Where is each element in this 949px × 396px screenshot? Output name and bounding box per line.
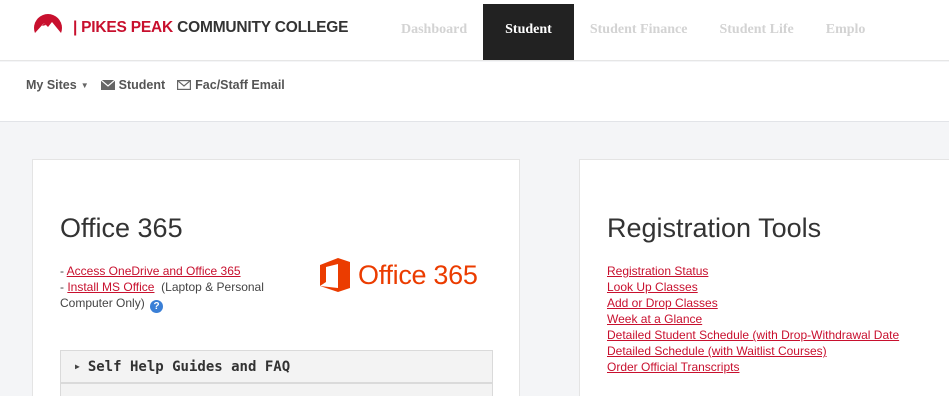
- quick-links: My Sites ▼ Student Fac/Staff Email: [26, 78, 297, 92]
- order-transcripts-link[interactable]: Order Official Transcripts: [607, 359, 899, 375]
- office365-logo-text: Office 365: [358, 259, 478, 290]
- office365-logo: Office 365: [320, 258, 478, 292]
- my-sites-label: My Sites: [26, 78, 77, 92]
- accordion-label: Self Help Guides and FAQ: [87, 359, 291, 375]
- nav-employee[interactable]: Emplo: [810, 4, 882, 60]
- nav-student-life[interactable]: Student Life: [703, 4, 809, 60]
- envelope-outline-icon: [177, 80, 192, 90]
- registration-links: Registration Status Look Up Classes Add …: [607, 263, 899, 375]
- student-email-link[interactable]: Student: [100, 78, 166, 92]
- accordion-next[interactable]: [60, 383, 493, 396]
- help-icon[interactable]: ?: [150, 300, 164, 313]
- mountain-logo-icon: [33, 14, 63, 43]
- logo-text-dark: COMMUNITY COLLEGE: [173, 19, 349, 36]
- week-at-a-glance-link[interactable]: Week at a Glance: [607, 311, 899, 327]
- nav-dashboard[interactable]: Dashboard: [385, 4, 483, 60]
- add-drop-classes-link[interactable]: Add or Drop Classes: [607, 295, 899, 311]
- fac-staff-email-label: Fac/Staff Email: [195, 78, 285, 92]
- main-nav: Dashboard Student Student Finance Studen…: [385, 4, 881, 60]
- office365-card: Office 365 - Access OneDrive and Office …: [32, 159, 520, 396]
- look-up-classes-link[interactable]: Look Up Classes: [607, 279, 899, 295]
- install-office-link[interactable]: Install MS Office: [67, 280, 154, 294]
- registration-title: Registration Tools: [607, 213, 822, 243]
- office365-title: Office 365: [60, 213, 183, 243]
- student-email-label: Student: [118, 78, 166, 92]
- logo-text-red: PIKES PEAK: [81, 19, 174, 36]
- top-header: | PIKES PEAK COMMUNITY COLLEGE Dashboard …: [0, 0, 949, 61]
- secondary-bar: My Sites ▼ Student Fac/Staff Email: [0, 62, 949, 122]
- detailed-student-schedule-link[interactable]: Detailed Student Schedule (with Drop-Wit…: [607, 327, 899, 343]
- registration-status-link[interactable]: Registration Status: [607, 263, 899, 279]
- nav-student[interactable]: Student: [483, 4, 574, 60]
- logo-text: | PIKES PEAK COMMUNITY COLLEGE: [73, 19, 348, 37]
- logo-separator: |: [73, 19, 78, 36]
- office-logo-icon: [320, 258, 350, 292]
- envelope-filled-icon: [100, 80, 115, 90]
- office365-links: - Access OneDrive and Office 365 - Insta…: [60, 264, 264, 313]
- registration-tools-card: Registration Tools Registration Status L…: [579, 159, 949, 396]
- onedrive-link[interactable]: Access OneDrive and Office 365: [67, 264, 241, 278]
- nav-student-finance[interactable]: Student Finance: [574, 4, 704, 60]
- self-help-accordion[interactable]: ▶ Self Help Guides and FAQ: [60, 350, 493, 383]
- caret-down-icon: ▼: [80, 80, 89, 90]
- detailed-schedule-waitlist-link[interactable]: Detailed Schedule (with Waitlist Courses…: [607, 343, 899, 359]
- my-sites-dropdown[interactable]: My Sites ▼: [26, 78, 89, 92]
- fac-staff-email-link[interactable]: Fac/Staff Email: [177, 78, 285, 92]
- triangle-right-icon: ▶: [75, 362, 80, 371]
- college-logo[interactable]: | PIKES PEAK COMMUNITY COLLEGE: [33, 13, 348, 43]
